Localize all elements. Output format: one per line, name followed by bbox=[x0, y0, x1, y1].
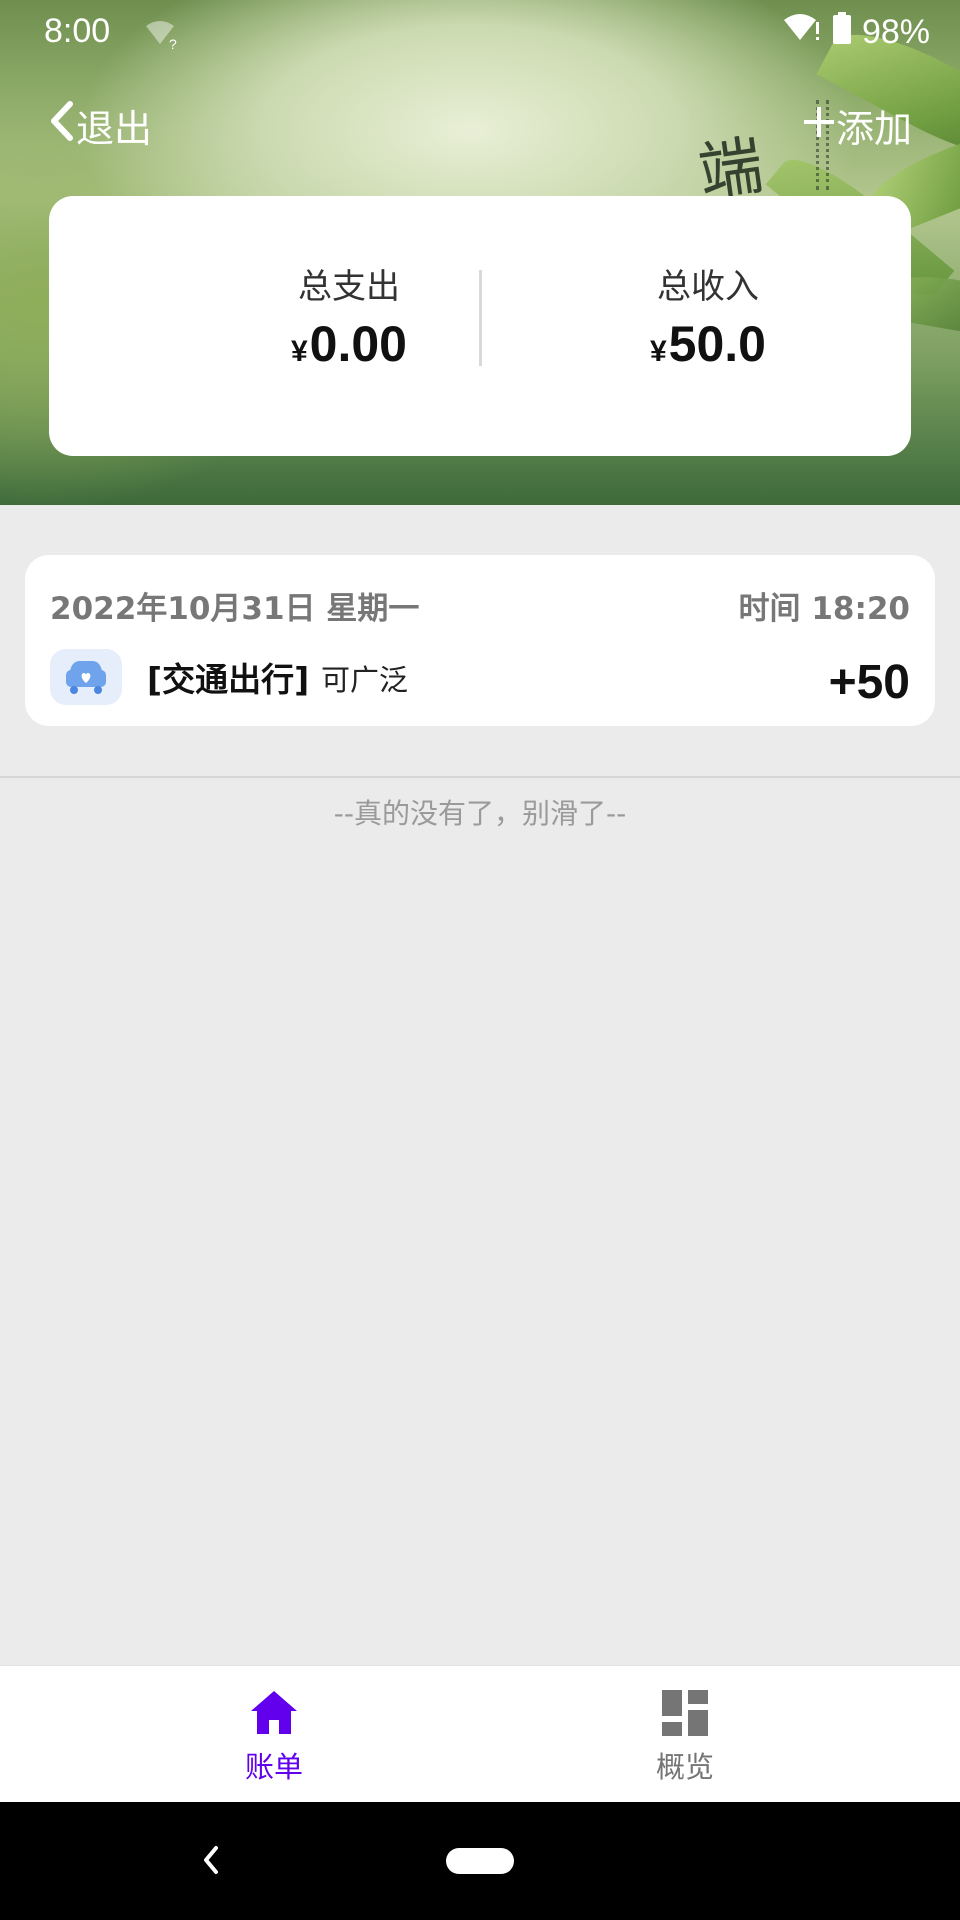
wifi-alert-icon bbox=[782, 12, 822, 53]
car-icon bbox=[50, 649, 122, 705]
home-icon bbox=[248, 1691, 300, 1742]
bottom-nav: 账单 概览 bbox=[0, 1665, 960, 1803]
total-income-value: ¥50.0 bbox=[558, 318, 858, 383]
total-expense-amount: 0.00 bbox=[309, 316, 407, 372]
total-expense-value: ¥0.00 bbox=[199, 318, 499, 383]
nav-item-overview[interactable]: 概览 bbox=[585, 1688, 785, 1786]
record-category: [交通出行] bbox=[147, 660, 310, 699]
home-pill-icon[interactable] bbox=[446, 1848, 514, 1874]
list-end-text: --真的没有了，别滑了-- bbox=[333, 797, 627, 830]
status-bar: 8:00 ? 98% bbox=[0, 0, 960, 68]
exit-button[interactable]: 退出 bbox=[46, 98, 152, 153]
summary-divider bbox=[479, 270, 482, 366]
total-expense-label: 总支出 bbox=[298, 267, 400, 307]
plus-icon bbox=[802, 104, 836, 148]
add-label: 添加 bbox=[835, 107, 912, 151]
chevron-left-icon bbox=[46, 100, 76, 151]
record-amount: +50 bbox=[828, 656, 910, 709]
total-expense: 总支出 ¥0.00 bbox=[199, 266, 499, 383]
nav-label-bills: 账单 bbox=[244, 1750, 303, 1784]
exit-label: 退出 bbox=[76, 107, 153, 151]
record-time: 时间 18:20 bbox=[738, 591, 910, 627]
svg-text:?: ? bbox=[169, 36, 177, 50]
wifi-question-icon: ? bbox=[144, 20, 180, 54]
status-time: 8:00 bbox=[44, 12, 111, 50]
nav-item-bills[interactable]: 账单 bbox=[174, 1688, 374, 1786]
list-divider bbox=[0, 776, 960, 778]
back-icon[interactable] bbox=[196, 1840, 226, 1884]
record-card[interactable]: 2022年10月31日 星期一 时间 18:20 [交通出行] 可广泛 +50 bbox=[25, 555, 935, 726]
summary-card: 总支出 ¥0.00 总收入 ¥50.0 bbox=[49, 196, 911, 456]
currency-symbol: ¥ bbox=[290, 335, 308, 368]
app-screen: 端 8:00 ? 98% 退出 添加 总支出 ¥0.00 总收入 ¥50.0 2… bbox=[0, 0, 960, 1920]
dashboard-icon bbox=[659, 1690, 711, 1742]
status-right-group: 98% bbox=[782, 12, 930, 53]
currency-symbol: ¥ bbox=[649, 335, 667, 368]
battery-percent: 98% bbox=[861, 13, 930, 51]
total-income-amount: 50.0 bbox=[668, 316, 766, 372]
total-income-label: 总收入 bbox=[657, 267, 759, 307]
add-button[interactable]: 添加 bbox=[802, 98, 912, 153]
system-nav-bar bbox=[0, 1802, 960, 1920]
record-date: 2022年10月31日 星期一 bbox=[50, 591, 420, 627]
nav-label-overview: 概览 bbox=[655, 1750, 714, 1784]
battery-icon bbox=[832, 12, 852, 53]
record-note: 可广泛 bbox=[321, 663, 409, 697]
total-income: 总收入 ¥50.0 bbox=[558, 266, 858, 383]
